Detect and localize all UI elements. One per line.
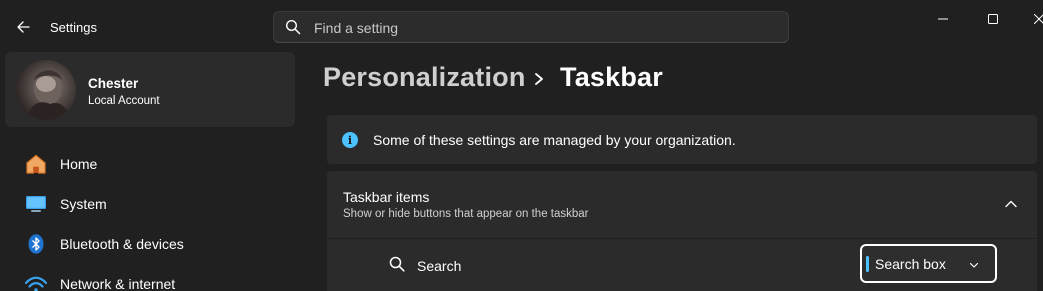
- close-icon: [1034, 14, 1043, 24]
- info-message: Some of these settings are managed by yo…: [373, 132, 736, 148]
- section-title: Taskbar items: [343, 189, 430, 205]
- search-box[interactable]: [273, 11, 789, 43]
- back-button[interactable]: [10, 14, 36, 40]
- chevron-up-icon[interactable]: [1003, 196, 1019, 212]
- minimize-button[interactable]: [920, 0, 966, 38]
- taskbar-item-row-search: Search Search box: [327, 239, 1037, 291]
- account-name: Chester: [88, 76, 139, 91]
- section-subtitle: Show or hide buttons that appear on the …: [343, 208, 589, 220]
- account-type: Local Account: [88, 95, 160, 107]
- sidebar-item-system[interactable]: System: [5, 186, 295, 222]
- avatar: [16, 60, 76, 120]
- row-label: Search: [417, 258, 462, 274]
- home-icon: [25, 154, 47, 174]
- maximize-button[interactable]: [970, 0, 1016, 38]
- back-arrow-icon: [17, 21, 30, 33]
- sidebar-item-label: Network & internet: [60, 276, 176, 291]
- account-card[interactable]: Chester Local Account: [5, 52, 295, 127]
- taskbar-items-header[interactable]: Taskbar items Show or hide buttons that …: [327, 171, 1037, 238]
- close-button[interactable]: [1016, 0, 1043, 38]
- bluetooth-icon: [25, 234, 47, 254]
- search-input[interactable]: [314, 17, 774, 39]
- sidebar-item-bluetooth[interactable]: Bluetooth & devices: [5, 226, 295, 262]
- sidebar-item-network[interactable]: Network & internet: [5, 266, 295, 291]
- maximize-icon: [988, 14, 998, 24]
- search-icon: [285, 19, 301, 35]
- sidebar-item-label: Home: [60, 156, 98, 172]
- page-title: Taskbar: [560, 62, 663, 92]
- chevron-down-icon: [969, 262, 979, 268]
- wifi-icon: [25, 274, 47, 291]
- breadcrumb-parent[interactable]: Personalization: [323, 62, 526, 93]
- search-icon: [389, 256, 405, 272]
- app-title: Settings: [50, 20, 97, 35]
- search-mode-dropdown[interactable]: Search box: [860, 244, 997, 283]
- dropdown-selected-value: Search box: [875, 256, 946, 272]
- minimize-icon: [938, 18, 948, 20]
- focus-indicator: [866, 256, 869, 272]
- sidebar-item-home[interactable]: Home: [5, 146, 295, 182]
- sidebar-item-label: System: [60, 196, 107, 212]
- info-bar: i Some of these settings are managed by …: [327, 115, 1037, 164]
- title-bar: Settings: [0, 0, 1043, 50]
- info-icon: i: [342, 132, 358, 148]
- avatar-photo-icon: [26, 70, 70, 120]
- monitor-icon: [25, 194, 47, 214]
- sidebar-item-label: Bluetooth & devices: [60, 236, 184, 252]
- chevron-right-icon: [535, 73, 543, 85]
